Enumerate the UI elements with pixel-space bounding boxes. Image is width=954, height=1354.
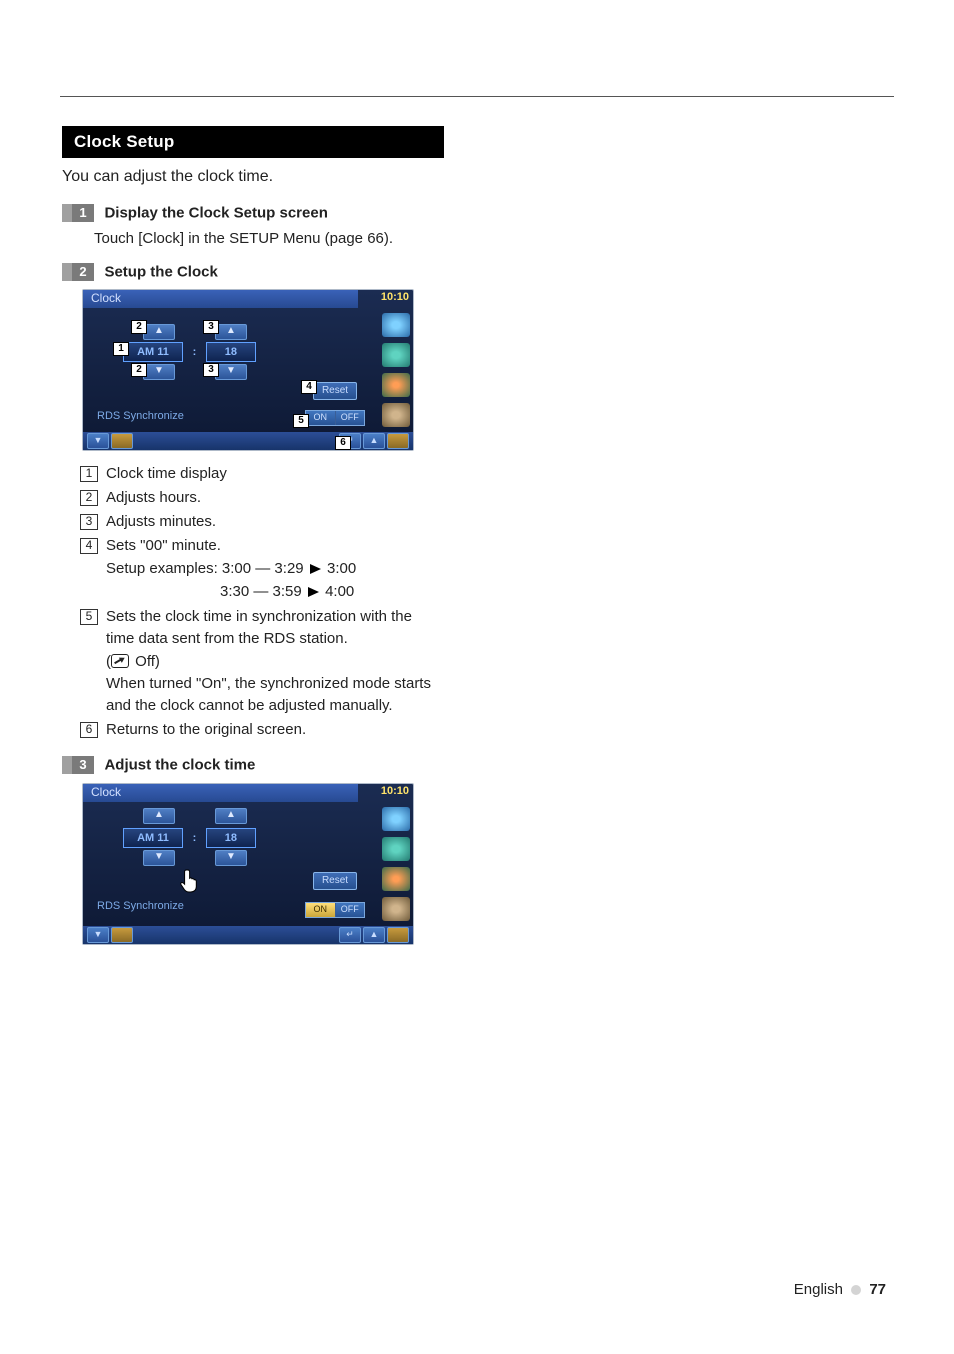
shot1-title: Clock [91,291,121,305]
legend-1-text: Clock time display [106,463,444,485]
legend-4-num: 4 [80,538,98,554]
rds-sync-label: RDS Synchronize [97,900,184,912]
callout-4: 4 [301,380,317,394]
legend-5-text-a: Sets the clock time in synchronization w… [106,606,444,650]
step-3-title: Adjust the clock time [104,757,255,774]
rds-off-option[interactable]: OFF [335,411,365,425]
bottom-right-aux-button[interactable] [387,433,409,449]
rds-on-off-toggle[interactable]: ON OFF [305,410,365,426]
legend-5-num: 5 [80,609,98,625]
step-1-number: 1 [62,204,94,222]
rds-on-option[interactable]: ON [306,411,335,425]
back-button[interactable]: ↵ [339,927,361,943]
rds-on-option[interactable]: ON [306,903,335,917]
reset-button[interactable]: Reset [313,382,357,400]
rds-sync-label: RDS Synchronize [97,410,184,422]
hour-down-button[interactable]: ▼ [143,364,175,380]
rds-off-option[interactable]: OFF [335,903,365,917]
shot2-clock-readout: 10:10 [381,785,409,797]
bottom-up-button[interactable]: ▲ [363,927,385,943]
sidebar-icon-4[interactable] [382,897,410,921]
arrow-right-icon [308,582,319,604]
top-rule [60,96,894,97]
legend-6-num: 6 [80,722,98,738]
shot2-titlebar [83,784,358,802]
sidebar-icon-2[interactable] [382,837,410,861]
step-2-number: 2 [62,263,94,281]
clock-time-display: AM 11 : 18 [123,342,273,360]
page-footer: English 77 [794,1281,886,1298]
bottom-down-button[interactable]: ▼ [87,433,109,449]
legend-4-example-a: Setup examples: 3:00 — 3:29 3:00 [106,558,444,581]
callout-1: 1 [113,342,129,356]
bottom-down-button[interactable]: ▼ [87,927,109,943]
clock-time-display: AM 11 : 18 [123,828,273,846]
shot2-title: Clock [91,785,121,799]
legend-4-example-b: 3:30 — 3:59 4:00 [106,581,444,604]
legend-3-num: 3 [80,514,98,530]
legend-5-default: ( Off) [106,651,444,673]
arrow-right-icon [310,559,321,581]
shot1-titlebar [83,290,358,308]
clock-screenshot-1: Clock 10:10 ▲ ▼ ▲ ▼ AM 11 : 18 Reset RDS… [82,289,414,451]
footer-language: English [794,1281,843,1298]
clock-screenshot-2: Clock 10:10 ▲ ▼ ▲ ▼ AM 11 : 18 Reset RDS… [82,783,414,945]
hour-minute-separator: : [187,343,201,361]
shot2-sidebar [379,802,413,926]
shot1-clock-readout: 10:10 [381,291,409,303]
bottom-right-aux-button[interactable] [387,927,409,943]
footer-dot-icon [851,1285,861,1295]
callout-3-bottom: 3 [203,363,219,377]
step-2-title: Setup the Clock [104,264,217,281]
minute-value: 18 [206,342,256,362]
step-1-body: Touch [Clock] in the SETUP Menu (page 66… [94,230,444,247]
hour-up-button[interactable]: ▲ [143,808,175,824]
default-setting-icon [111,654,129,668]
sidebar-icon-4[interactable] [382,403,410,427]
callout-2-top: 2 [131,320,147,334]
hour-value: AM 11 [123,342,183,362]
legend-4-text: Sets "00" minute. [106,535,444,557]
minute-up-button[interactable]: ▲ [215,324,247,340]
sidebar-icon-3[interactable] [382,373,410,397]
legend-6-text: Returns to the original screen. [106,719,444,741]
callout-6: 6 [335,436,351,450]
reset-button[interactable]: Reset [313,872,357,890]
hour-down-button[interactable]: ▼ [143,850,175,866]
legend: 1 Clock time display 2 Adjusts hours. 3 Adj… [80,463,444,740]
legend-3-text: Adjusts minutes. [106,511,444,533]
rds-on-off-toggle[interactable]: ON OFF [305,902,365,918]
sidebar-icon-1[interactable] [382,313,410,337]
callout-5: 5 [293,414,309,428]
hour-minute-separator: : [187,829,201,847]
step-1-title: Display the Clock Setup screen [104,205,327,222]
hour-up-button[interactable]: ▲ [143,324,175,340]
section-intro: You can adjust the clock time. [62,168,444,186]
minute-down-button[interactable]: ▼ [215,364,247,380]
minute-value: 18 [206,828,256,848]
bottom-left-aux-button[interactable] [111,433,133,449]
minute-up-button[interactable]: ▲ [215,808,247,824]
footer-page-number: 77 [869,1281,886,1298]
legend-1-num: 1 [80,466,98,482]
step-3-number: 3 [62,756,94,774]
section-heading: Clock Setup [62,126,444,158]
legend-2-num: 2 [80,490,98,506]
touch-cursor-icon [179,868,203,894]
sidebar-icon-3[interactable] [382,867,410,891]
bottom-left-aux-button[interactable] [111,927,133,943]
callout-2-bottom: 2 [131,363,147,377]
minute-down-button[interactable]: ▼ [215,850,247,866]
sidebar-icon-2[interactable] [382,343,410,367]
shot1-sidebar [379,308,413,432]
hour-value: AM 11 [123,828,183,848]
legend-5-text-b: When turned "On", the synchronized mode … [106,673,444,717]
bottom-up-button[interactable]: ▲ [363,433,385,449]
sidebar-icon-1[interactable] [382,807,410,831]
legend-2-text: Adjusts hours. [106,487,444,509]
callout-3-top: 3 [203,320,219,334]
